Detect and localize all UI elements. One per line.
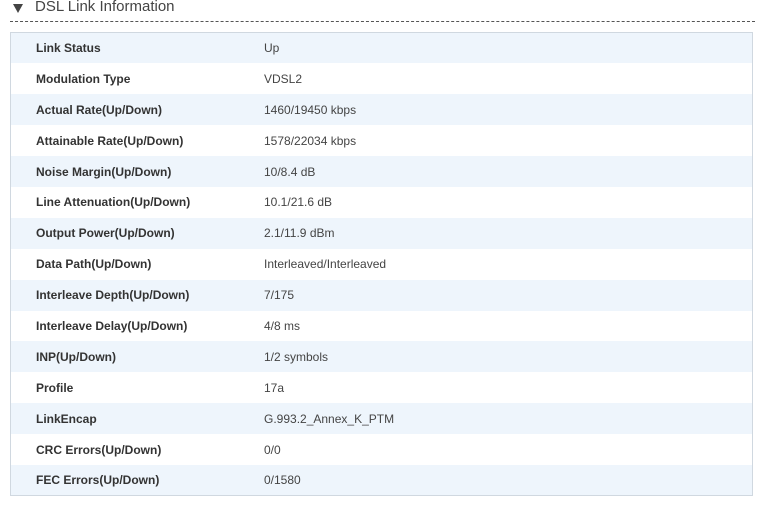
table-row: Modulation Type VDSL2 [10, 63, 753, 95]
section-header-toggle[interactable]: DSL Link Information [10, 0, 755, 22]
row-value: 2.1/11.9 dBm [264, 217, 753, 249]
dsl-info-page: DSL Link Information Link Status Up Modu… [0, 0, 781, 508]
row-label: Attainable Rate(Up/Down) [10, 125, 264, 157]
table-row: Output Power(Up/Down) 2.1/11.9 dBm [10, 217, 753, 249]
row-value: 1578/22034 kbps [264, 125, 753, 157]
table-row: INP(Up/Down) 1/2 symbols [10, 341, 753, 373]
row-value: Interleaved/Interleaved [264, 248, 753, 280]
row-label: Noise Margin(Up/Down) [10, 156, 264, 187]
row-value: 7/175 [264, 279, 753, 311]
table-row: Attainable Rate(Up/Down) 1578/22034 kbps [10, 125, 753, 157]
row-value: G.993.2_Annex_K_PTM [264, 403, 753, 435]
row-value: 4/8 ms [264, 310, 753, 342]
row-label: Output Power(Up/Down) [10, 217, 264, 249]
row-label: LinkEncap [10, 403, 264, 435]
row-value: 0/1580 [264, 464, 753, 496]
table-row: Link Status Up [10, 32, 753, 64]
table-row: Line Attenuation(Up/Down) 10.1/21.6 dB [10, 186, 753, 218]
row-value: 10.1/21.6 dB [264, 186, 753, 218]
row-label: Line Attenuation(Up/Down) [10, 186, 264, 218]
row-label: Interleave Depth(Up/Down) [10, 279, 264, 311]
row-value: 1/2 symbols [264, 341, 753, 373]
row-label: Data Path(Up/Down) [10, 248, 264, 280]
triangle-down-icon [13, 3, 23, 13]
row-value: 17a [264, 372, 753, 404]
row-label: FEC Errors(Up/Down) [10, 464, 264, 496]
row-label: CRC Errors(Up/Down) [10, 434, 264, 465]
table-row: FEC Errors(Up/Down) 0/1580 [10, 464, 753, 496]
section-title: DSL Link Information [35, 0, 175, 15]
row-label: INP(Up/Down) [10, 341, 264, 373]
row-value: 1460/19450 kbps [264, 94, 753, 126]
table-row: LinkEncap G.993.2_Annex_K_PTM [10, 403, 753, 435]
row-label: Actual Rate(Up/Down) [10, 94, 264, 126]
row-value: 10/8.4 dB [264, 156, 753, 187]
dsl-info-table: Link Status Up Modulation Type VDSL2 Act… [10, 32, 753, 497]
table-row: Actual Rate(Up/Down) 1460/19450 kbps [10, 94, 753, 126]
table-row: Interleave Delay(Up/Down) 4/8 ms [10, 310, 753, 342]
row-label: Interleave Delay(Up/Down) [10, 310, 264, 342]
table-row: Profile 17a [10, 372, 753, 404]
row-value: 0/0 [264, 434, 753, 465]
table-row: Interleave Depth(Up/Down) 7/175 [10, 279, 753, 311]
table-row: Data Path(Up/Down) Interleaved/Interleav… [10, 248, 753, 280]
table-row: Noise Margin(Up/Down) 10/8.4 dB [10, 156, 753, 187]
row-label: Link Status [10, 32, 264, 64]
row-value: VDSL2 [264, 63, 753, 95]
row-value: Up [264, 32, 753, 64]
row-label: Modulation Type [10, 63, 264, 95]
table-row: CRC Errors(Up/Down) 0/0 [10, 434, 753, 465]
row-label: Profile [10, 372, 264, 404]
